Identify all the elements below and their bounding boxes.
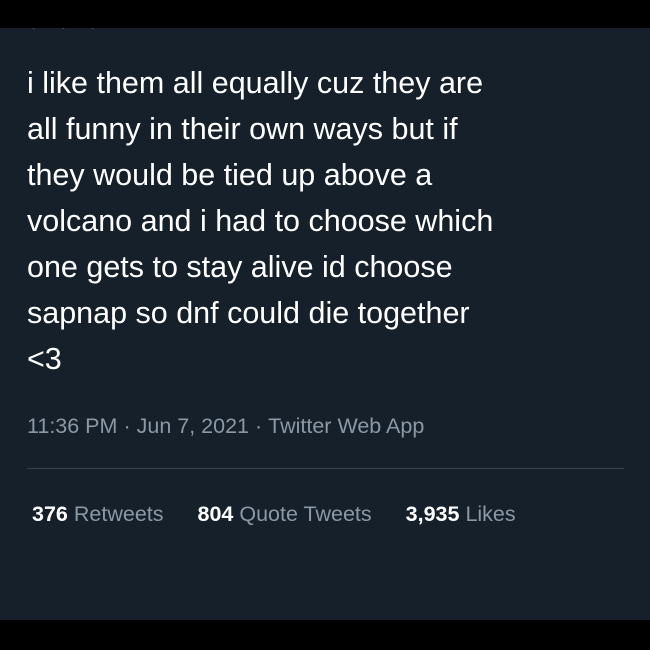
- tweet-time[interactable]: 11:36 PM: [27, 414, 117, 438]
- meta-separator: ·: [254, 414, 263, 438]
- tweet-stats: 376 Retweets 804 Quote Tweets 3,935 Likes: [32, 500, 516, 528]
- retweets-count: 376: [32, 502, 68, 526]
- retweets-label: Retweets: [73, 502, 164, 526]
- tweet-text: i like them all equally cuz they are all…: [27, 66, 494, 376]
- tweet-detail-panel: · · · i like them all equally cuz they a…: [0, 28, 650, 620]
- likes-count: 3,935: [405, 502, 460, 526]
- divider: [27, 468, 624, 469]
- retweets-stat[interactable]: 376 Retweets: [32, 500, 164, 528]
- quote-tweets-label: Quote Tweets: [239, 502, 372, 526]
- tweet-metadata: 11:36 PM · Jun 7, 2021 · Twitter Web App: [27, 412, 424, 440]
- tweet-source[interactable]: Twitter Web App: [268, 414, 424, 438]
- likes-stat[interactable]: 3,935 Likes: [406, 500, 516, 528]
- quote-tweets-stat[interactable]: 804 Quote Tweets: [198, 500, 372, 528]
- likes-label: Likes: [465, 502, 516, 526]
- quote-tweets-count: 804: [197, 502, 234, 526]
- cropped-previous-content: · · ·: [30, 28, 230, 39]
- screenshot-frame: · · · i like them all equally cuz they a…: [0, 0, 650, 650]
- tweet-date[interactable]: Jun 7, 2021: [137, 414, 249, 438]
- meta-separator: ·: [123, 414, 131, 438]
